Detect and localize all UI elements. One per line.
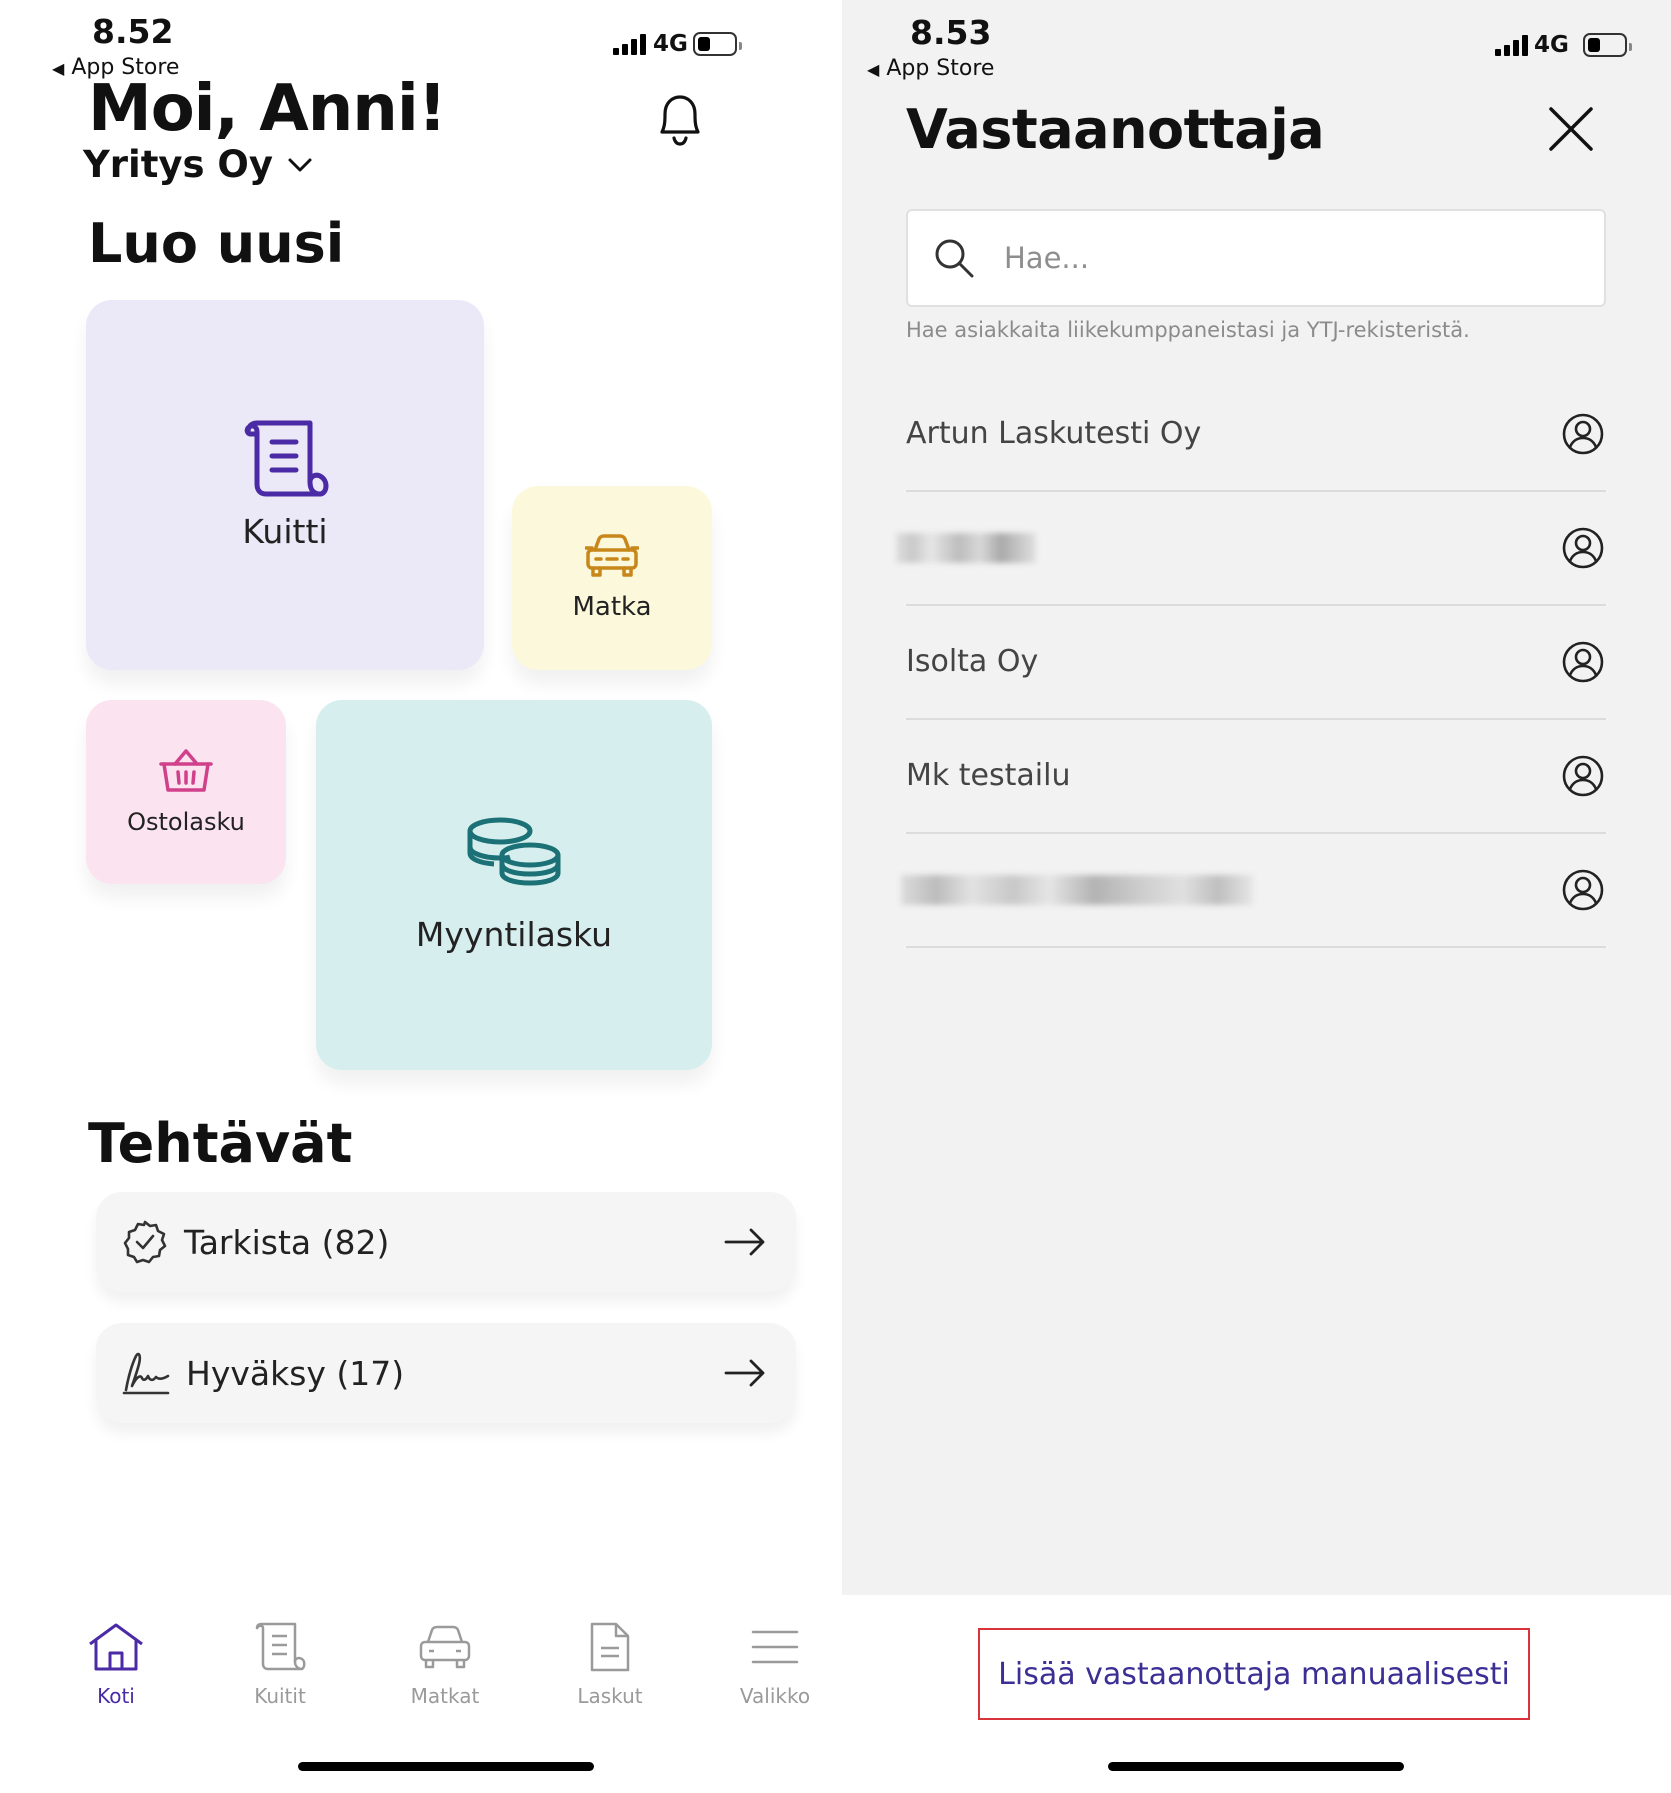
tile-kuitti[interactable]: Kuitti (86, 300, 484, 670)
search-box (906, 209, 1606, 307)
battery-icon (693, 32, 742, 56)
signal-icon (613, 34, 646, 55)
arrow-right-icon (724, 1359, 765, 1387)
arrow-right-icon (724, 1228, 765, 1256)
back-label: App Store (886, 56, 995, 81)
tile-myyntilasku[interactable]: Myyntilasku (316, 700, 712, 1070)
home-indicator (1108, 1762, 1404, 1771)
receipt-icon (255, 1622, 306, 1671)
user-circle-icon (1562, 641, 1604, 682)
bell-icon[interactable] (652, 88, 708, 152)
recipient-row[interactable] (901, 833, 1606, 948)
network-type: 4G (1534, 32, 1569, 58)
user-circle-icon (1562, 869, 1604, 910)
battery-icon (1583, 33, 1632, 57)
nav-valikko-label: Valikko (739, 1684, 811, 1708)
search-input[interactable] (1002, 240, 1566, 276)
nav-koti-label: Koti (97, 1684, 135, 1708)
nav-valikko[interactable]: Valikko (710, 1622, 840, 1708)
receipt-icon (244, 420, 329, 496)
home-icon (89, 1623, 143, 1671)
user-circle-icon (1562, 413, 1604, 454)
badge-check-icon (123, 1220, 167, 1264)
search-icon (935, 239, 974, 278)
user-circle-icon (1562, 755, 1604, 796)
home-indicator (298, 1762, 594, 1771)
tile-matka-label: Matka (572, 592, 652, 622)
recipient-name-redacted (896, 532, 1562, 563)
basket-icon (159, 749, 213, 792)
back-triangle-icon: ◀ (52, 59, 65, 78)
nav-kuitit[interactable]: Kuitit (215, 1622, 345, 1708)
recipient-name: Isolta Oy (906, 644, 1039, 679)
car-icon (419, 1625, 471, 1669)
chevron-down-icon (288, 158, 312, 171)
home-screen: 8.52 ◀ App Store 4G Moi, Anni! Yritys Oy… (0, 0, 842, 1793)
recipient-row[interactable]: Isolta Oy (906, 605, 1606, 720)
recipient-row[interactable] (896, 491, 1606, 606)
recipient-screen: 8.53 ◀ App Store 4G Vastaanottaja Hae as… (842, 0, 1671, 1793)
task-hyvaksy[interactable]: Hyväksy (17) (96, 1323, 796, 1423)
task-tarkista[interactable]: Tarkista (82) (96, 1192, 796, 1292)
signature-icon (122, 1352, 170, 1395)
task-hyvaksy-label: Hyväksy (17) (186, 1353, 405, 1393)
back-triangle-icon: ◀ (867, 60, 880, 79)
nav-matkat-label: Matkat (410, 1684, 480, 1708)
nav-laskut[interactable]: Laskut (545, 1622, 675, 1708)
tile-kuitti-label: Kuitti (242, 511, 328, 551)
tile-matka[interactable]: Matka (512, 486, 712, 670)
signal-icon (1495, 35, 1528, 56)
status-time: 8.53 (910, 13, 992, 52)
greeting: Moi, Anni! (88, 72, 447, 146)
document-icon (590, 1622, 630, 1672)
tasks-heading: Tehtävät (88, 1112, 353, 1175)
search-hint: Hae asiakkaita liikekumppaneistasi ja YT… (906, 318, 1470, 342)
close-icon[interactable] (1548, 106, 1594, 156)
menu-icon (751, 1630, 799, 1664)
user-circle-icon (1562, 527, 1604, 568)
tile-ostolasku[interactable]: Ostolasku (86, 700, 286, 884)
nav-koti[interactable]: Koti (51, 1622, 181, 1708)
recipient-name-redacted (901, 874, 1562, 905)
create-heading: Luo uusi (88, 212, 345, 275)
nav-kuitit-label: Kuitit (254, 1684, 306, 1708)
status-time: 8.52 (92, 12, 174, 51)
task-tarkista-label: Tarkista (82) (184, 1222, 390, 1262)
recipient-name: Artun Laskutesti Oy (906, 416, 1202, 451)
back-to-app-store[interactable]: ◀ App Store (867, 56, 994, 81)
tile-myyntilasku-label: Myyntilasku (415, 914, 613, 954)
nav-matkat[interactable]: Matkat (380, 1622, 510, 1708)
tile-ostolasku-label: Ostolasku (127, 808, 245, 836)
recipient-row[interactable]: Artun Laskutesti Oy (906, 377, 1606, 492)
car-icon (585, 534, 639, 577)
company-selector[interactable]: Yritys Oy (83, 143, 313, 186)
recipient-row[interactable]: Mk testailu (906, 719, 1606, 834)
add-recipient-manually-button[interactable]: Lisää vastaanottaja manuaalisesti (978, 1628, 1530, 1720)
recipient-name: Mk testailu (906, 758, 1071, 793)
coins-icon (467, 817, 561, 885)
company-name: Yritys Oy (83, 143, 274, 186)
network-type: 4G (653, 31, 688, 57)
nav-laskut-label: Laskut (577, 1684, 643, 1708)
page-title: Vastaanottaja (906, 98, 1325, 161)
